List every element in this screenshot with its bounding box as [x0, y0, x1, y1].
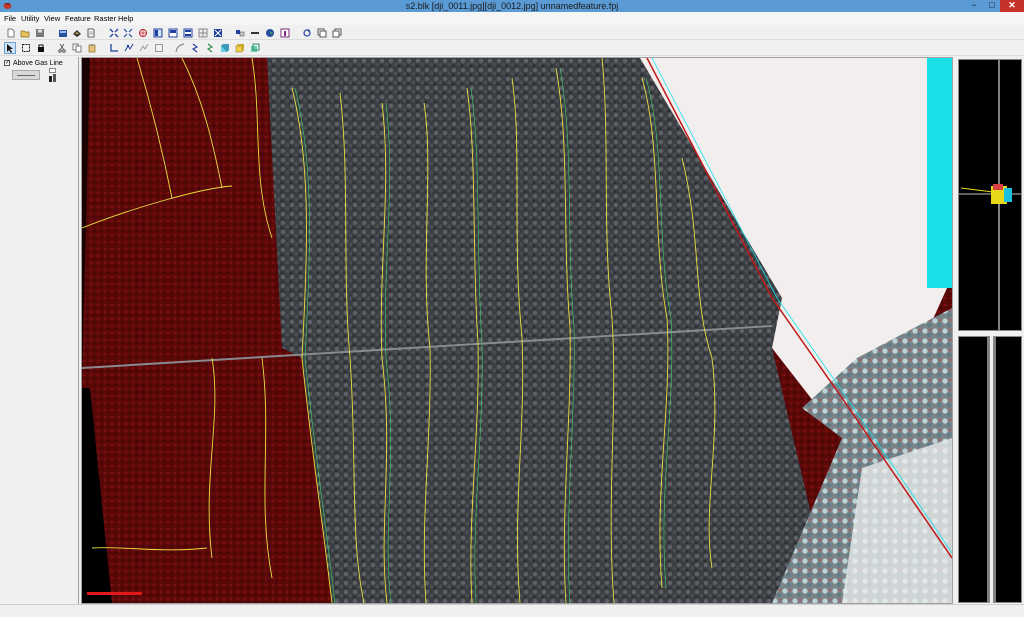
smooth-line-icon[interactable] [205, 43, 215, 53]
open-project-icon[interactable] [58, 28, 68, 38]
menu-bar: File Utility View Feature Raster Help [0, 12, 1024, 25]
menu-feature[interactable]: Feature [65, 13, 91, 24]
overview-panel [955, 57, 1024, 604]
main-toolbar [0, 26, 1024, 40]
refresh-icon[interactable] [302, 28, 312, 38]
box-icon[interactable] [154, 43, 164, 53]
layout-split-icon[interactable] [168, 28, 178, 38]
line-style-swatch[interactable] [12, 70, 40, 80]
tile-window-icon[interactable] [332, 28, 342, 38]
status-bar [0, 604, 1024, 617]
layout-single-icon[interactable] [153, 28, 163, 38]
maximize-button[interactable]: □ [984, 0, 1000, 12]
scale-bar [87, 592, 142, 595]
left-eye-preview[interactable] [958, 336, 990, 603]
stereo-image-view[interactable] [81, 57, 953, 604]
new-icon[interactable] [6, 28, 16, 38]
menu-utility[interactable]: Utility [21, 13, 39, 24]
layer-panel: ✓ Above Gas Line [0, 57, 79, 604]
layer-visibility-checkbox[interactable]: ✓ [4, 60, 10, 66]
overview-map[interactable] [958, 59, 1022, 331]
edit-toolbar [0, 40, 1024, 56]
anaglyph-image[interactable] [82, 58, 952, 603]
layer-lock-toggle[interactable] [49, 68, 56, 73]
overview-map-graphic [959, 60, 1021, 330]
info-icon[interactable] [280, 28, 290, 38]
break-line-icon[interactable] [190, 43, 200, 53]
layer-properties-icon[interactable] [49, 74, 57, 82]
right-eye-preview[interactable] [993, 336, 1022, 603]
cube-icon[interactable] [235, 43, 245, 53]
load-icon[interactable] [72, 28, 82, 38]
cut-icon[interactable] [57, 43, 67, 53]
copy-icon[interactable] [72, 43, 82, 53]
layer-copy-icon[interactable] [250, 43, 260, 53]
layout-triple-icon[interactable] [183, 28, 193, 38]
extrude-icon[interactable] [220, 43, 230, 53]
node-edit-icon[interactable] [124, 43, 134, 53]
line-style-sample [17, 75, 35, 76]
title-bar: s2.blk [dji_0011.jpg][dji_0012.jpg] unna… [0, 0, 1024, 12]
lock-icon[interactable] [36, 43, 46, 53]
left-eye-graphic [987, 337, 989, 602]
zoom-fit-icon[interactable] [123, 28, 133, 38]
layer-label[interactable]: Above Gas Line [13, 59, 63, 68]
window-title: s2.blk [dji_0011.jpg][dji_0012.jpg] unna… [405, 1, 619, 11]
swap-icon[interactable] [235, 28, 245, 38]
target-icon[interactable] [138, 28, 148, 38]
rectangle-select-icon[interactable] [21, 43, 31, 53]
zoom-extent-icon[interactable] [109, 28, 119, 38]
open-icon[interactable] [20, 28, 30, 38]
save-icon[interactable] [35, 28, 45, 38]
paste-icon[interactable] [87, 43, 97, 53]
delete-node-icon[interactable] [139, 43, 149, 53]
page-icon[interactable] [86, 28, 96, 38]
layout-four-icon[interactable] [213, 28, 223, 38]
curve-icon[interactable] [175, 43, 185, 53]
axis-icon[interactable] [109, 43, 119, 53]
right-eye-graphic [994, 337, 996, 602]
copy-window-icon[interactable] [317, 28, 327, 38]
ruler-icon[interactable] [250, 28, 260, 38]
minimize-button[interactable]: − [966, 0, 982, 12]
menu-file[interactable]: File [4, 13, 16, 24]
close-button[interactable]: ✕ [1000, 0, 1024, 12]
menu-raster[interactable]: Raster [94, 13, 116, 24]
menu-help[interactable]: Help [118, 13, 133, 24]
layout-grid-icon[interactable] [198, 28, 208, 38]
globe-icon[interactable] [265, 28, 275, 38]
select-arrow-icon[interactable] [4, 42, 16, 54]
menu-view[interactable]: View [44, 13, 60, 24]
